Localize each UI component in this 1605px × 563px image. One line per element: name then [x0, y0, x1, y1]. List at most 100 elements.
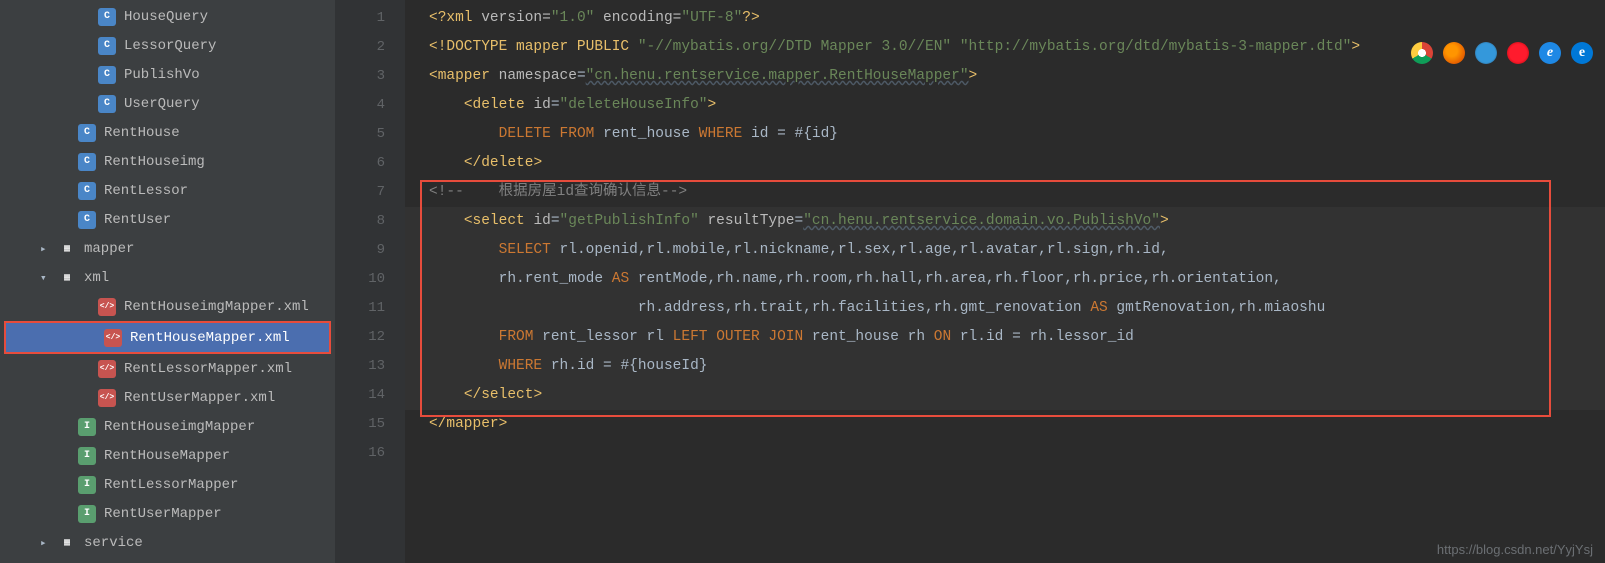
tree-item-userquery[interactable]: C UserQuery: [0, 89, 335, 118]
code-line: FROM rent_lessor rl LEFT OUTER JOIN rent…: [405, 323, 1605, 352]
line-number: 3: [335, 62, 385, 91]
tree-item-rentlessormapper-xml[interactable]: </> RentLessorMapper.xml: [0, 354, 335, 383]
class-icon: C: [98, 8, 116, 26]
line-number: 10: [335, 265, 385, 294]
class-icon: C: [78, 153, 96, 171]
tree-item-renthouse[interactable]: C RentHouse: [0, 118, 335, 147]
tree-item-label: RentUserMapper.xml: [124, 390, 275, 406]
class-icon: C: [98, 95, 116, 113]
code-line: rh.address,rh.trait,rh.facilities,rh.gmt…: [405, 294, 1605, 323]
tree-item-publishvo[interactable]: C PublishVo: [0, 60, 335, 89]
code-line: </select>: [405, 381, 1605, 410]
tree-item-label: mapper: [84, 241, 134, 257]
tree-item-label: RentLessorMapper.xml: [124, 361, 292, 377]
tree-item-rentlessormapper[interactable]: I RentLessorMapper: [0, 470, 335, 499]
code-line: <delete id="deleteHouseInfo">: [405, 91, 1605, 120]
interface-icon: I: [78, 447, 96, 465]
tree-item-label: xml: [84, 270, 109, 286]
tree-item-label: UserQuery: [124, 96, 200, 112]
highlight-box-tree: </> RentHouseMapper.xml: [4, 321, 331, 354]
line-number: 13: [335, 352, 385, 381]
tree-arrow-icon: ▾: [40, 271, 54, 285]
tree-item-renthouseimg[interactable]: C RentHouseimg: [0, 147, 335, 176]
code-line: WHERE rh.id = #{houseId}: [405, 352, 1605, 381]
code-line: </delete>: [405, 149, 1605, 178]
tree-arrow-icon: ▸: [40, 242, 54, 256]
tree-item-label: RentHouseMapper: [104, 448, 230, 464]
xml-file-icon: </>: [98, 360, 116, 378]
tree-item-label: LessorQuery: [124, 38, 216, 54]
line-number: 7: [335, 178, 385, 207]
xml-file-icon: </>: [104, 329, 122, 347]
tree-item-label: RentHouseimg: [104, 154, 205, 170]
opera-icon: [1507, 42, 1529, 64]
code-line: rh.rent_mode AS rentMode,rh.name,rh.room…: [405, 265, 1605, 294]
line-number: 2: [335, 33, 385, 62]
code-line: DELETE FROM rent_house WHERE id = #{id}: [405, 120, 1605, 149]
interface-icon: I: [78, 505, 96, 523]
line-number: 12: [335, 323, 385, 352]
tree-item-rentusermapper[interactable]: I RentUserMapper: [0, 499, 335, 528]
tree-item-label: RentUserMapper: [104, 506, 222, 522]
xml-file-icon: </>: [98, 389, 116, 407]
code-editor[interactable]: 12345678910111213141516 <?xml version="1…: [335, 0, 1605, 563]
tree-item-lessorquery[interactable]: C LessorQuery: [0, 31, 335, 60]
class-icon: C: [78, 182, 96, 200]
edge-icon: e: [1571, 42, 1593, 64]
class-icon: C: [78, 211, 96, 229]
tree-item-renthouseimgmapper-xml[interactable]: </> RentHouseimgMapper.xml: [0, 292, 335, 321]
line-number: 6: [335, 149, 385, 178]
tree-item-renthousemapper[interactable]: I RentHouseMapper: [0, 441, 335, 470]
firefox-icon: [1443, 42, 1465, 64]
line-number: 8: [335, 207, 385, 236]
tree-item-label: RentLessorMapper: [104, 477, 238, 493]
tree-item-label: RentHouseimgMapper.xml: [124, 299, 309, 315]
browser-icons-overlay: e e: [1411, 42, 1593, 64]
tree-item-rentlessor[interactable]: CRentLessor: [0, 176, 335, 205]
tree-item-label: RentHouseimgMapper: [104, 419, 255, 435]
ie-icon: e: [1539, 42, 1561, 64]
line-gutter: 12345678910111213141516: [335, 0, 405, 563]
tree-item-label: RentHouseMapper.xml: [130, 330, 290, 346]
line-number: 15: [335, 410, 385, 439]
tree-item-renthouseimgmapper[interactable]: I RentHouseimgMapper: [0, 412, 335, 441]
tree-item-service[interactable]: ▸ ▦ service: [0, 528, 335, 557]
chrome-icon: [1411, 42, 1433, 64]
code-line: <?xml version="1.0" encoding="UTF-8"?>: [405, 4, 1605, 33]
watermark: https://blog.csdn.net/YyjYsj: [1437, 542, 1593, 557]
line-number: 5: [335, 120, 385, 149]
xml-file-icon: </>: [98, 298, 116, 316]
tree-item-label: PublishVo: [124, 67, 200, 83]
class-icon: C: [98, 66, 116, 84]
folder-icon: ▦: [58, 240, 76, 258]
code-line: <!-- 根据房屋id查询确认信息-->: [405, 178, 1605, 207]
line-number: 16: [335, 439, 385, 468]
tree-item-housequery[interactable]: C HouseQuery: [0, 2, 335, 31]
tree-item-rentusermapper-xml[interactable]: </> RentUserMapper.xml: [0, 383, 335, 412]
line-number: 1: [335, 4, 385, 33]
tree-item-label: HouseQuery: [124, 9, 208, 25]
class-icon: C: [98, 37, 116, 55]
code-line: <select id="getPublishInfo" resultType="…: [405, 207, 1605, 236]
tree-item-renthousemapper-xml[interactable]: </> RentHouseMapper.xml: [6, 323, 329, 352]
tree-item-label: RentUser: [104, 212, 171, 228]
safari-icon: [1475, 42, 1497, 64]
line-number: 9: [335, 236, 385, 265]
folder-icon: ▦: [58, 534, 76, 552]
tree-item-label: service: [84, 535, 143, 551]
code-line: <mapper namespace="cn.henu.rentservice.m…: [405, 62, 1605, 91]
tree-item-mapper[interactable]: ▸ ▦ mapper: [0, 234, 335, 263]
tree-item-xml[interactable]: ▾ ▦ xml: [0, 263, 335, 292]
interface-icon: I: [78, 418, 96, 436]
folder-icon: ▦: [58, 269, 76, 287]
code-area[interactable]: <?xml version="1.0" encoding="UTF-8"?> <…: [405, 0, 1605, 563]
tree-item-rentuser[interactable]: C RentUser: [0, 205, 335, 234]
tree-item-label: RentHouse: [104, 125, 180, 141]
project-tree[interactable]: C HouseQuery C LessorQuery C PublishVo C UserQu…: [0, 0, 335, 563]
code-line: [405, 439, 1605, 468]
interface-icon: I: [78, 476, 96, 494]
tree-arrow-icon: ▸: [40, 536, 54, 550]
class-icon: C: [78, 124, 96, 142]
code-line: SELECT rl.openid,rl.mobile,rl.nickname,r…: [405, 236, 1605, 265]
line-number: 4: [335, 91, 385, 120]
